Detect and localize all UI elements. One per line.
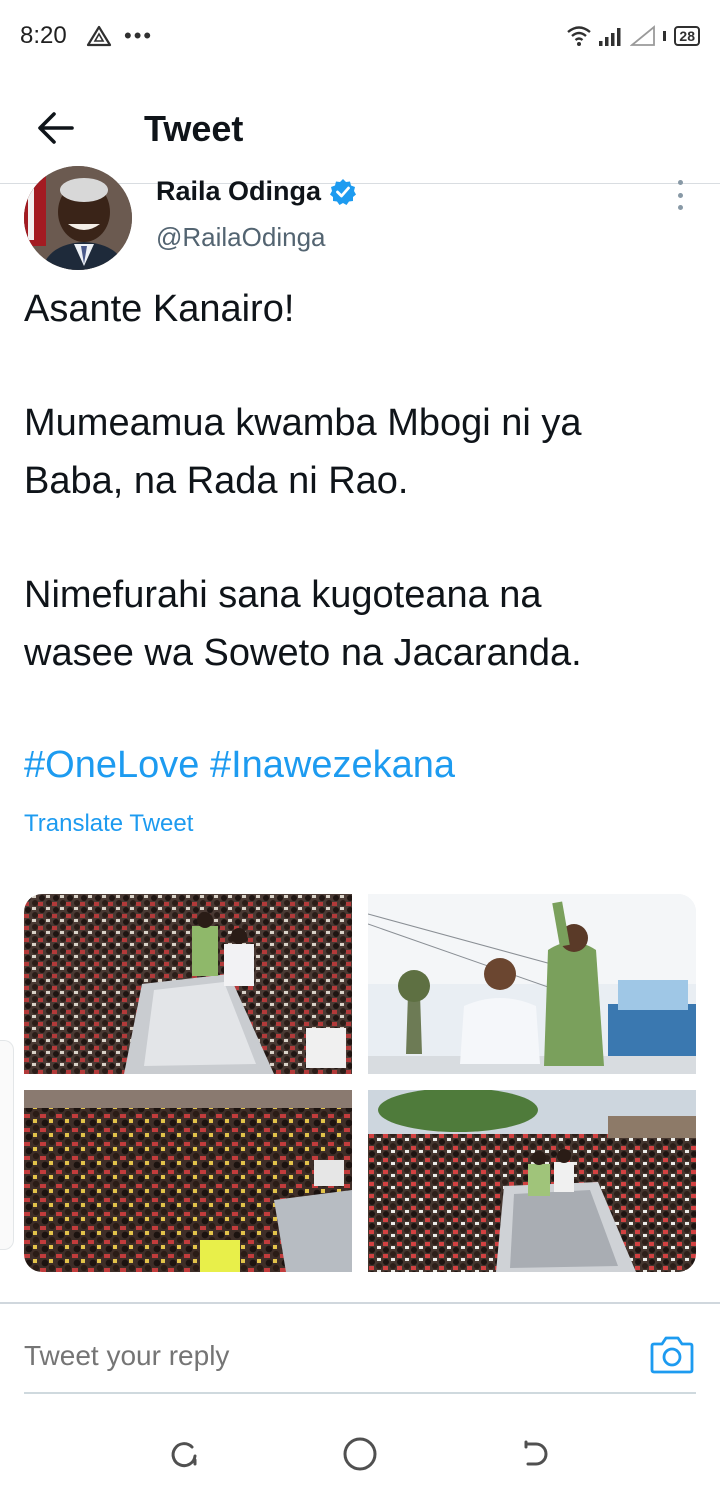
arrow-left-icon bbox=[38, 112, 74, 144]
wifi-icon bbox=[567, 26, 592, 46]
status-bar: 8:20 ••• 28 bbox=[0, 0, 720, 72]
tweet-photo-1[interactable] bbox=[24, 894, 352, 1074]
back-nav-icon bbox=[524, 1440, 548, 1466]
author-name[interactable]: Raila Odinga bbox=[156, 176, 357, 207]
more-dot-icon bbox=[677, 192, 683, 198]
rally-speech-photo bbox=[368, 894, 696, 1074]
more-notifications-icon: ••• bbox=[124, 23, 154, 48]
author-name-text: Raila Odinga bbox=[156, 176, 322, 206]
reply-divider bbox=[0, 1302, 720, 1304]
verified-badge-icon bbox=[330, 178, 357, 205]
hashtag-link[interactable]: #OneLove bbox=[24, 744, 199, 786]
page-title: Tweet bbox=[144, 108, 244, 149]
camera-icon bbox=[650, 1336, 694, 1374]
status-left-icons: ••• bbox=[86, 22, 153, 50]
system-nav-bar bbox=[0, 1420, 720, 1500]
tweet-text-line: Nimefurahi sana kugoteana na bbox=[24, 574, 542, 616]
recent-apps-icon bbox=[171, 1442, 197, 1468]
more-dot-icon bbox=[677, 180, 683, 185]
side-edge-handle[interactable] bbox=[0, 1040, 14, 1250]
status-right-icons: 28 bbox=[566, 22, 700, 50]
crowd-photo bbox=[24, 894, 352, 1074]
home-circle-icon bbox=[343, 1437, 377, 1471]
top-bar: Tweet bbox=[0, 72, 720, 184]
status-time: 8:20 bbox=[20, 22, 67, 49]
tweet-text-line: Mumeamua kwamba Mbogi ni ya bbox=[24, 402, 582, 444]
reply-underline bbox=[24, 1392, 696, 1394]
author-avatar[interactable] bbox=[24, 166, 132, 270]
reply-input[interactable] bbox=[24, 1336, 604, 1376]
hashtags: #OneLove #Inawezekana bbox=[24, 744, 455, 787]
tweet-text-line: Asante Kanairo! bbox=[24, 288, 295, 330]
crowd-photo bbox=[24, 1090, 352, 1272]
more-options-button[interactable] bbox=[670, 180, 690, 210]
notification-triangle-icon bbox=[86, 25, 112, 47]
home-button[interactable] bbox=[340, 1434, 380, 1474]
tweet-photo-4[interactable] bbox=[368, 1090, 696, 1272]
tweet-photo-2[interactable] bbox=[368, 894, 696, 1074]
back-nav-button[interactable] bbox=[516, 1434, 556, 1474]
crowd-photo bbox=[368, 1090, 696, 1272]
camera-button[interactable] bbox=[650, 1334, 694, 1374]
avatar-photo bbox=[24, 166, 132, 270]
back-button[interactable] bbox=[32, 108, 80, 148]
signal-icon bbox=[599, 28, 621, 46]
author-handle[interactable]: @RailaOdinga bbox=[156, 222, 325, 253]
recent-apps-button[interactable] bbox=[164, 1434, 204, 1474]
signal-empty-icon bbox=[630, 25, 656, 46]
tweet-text-line: wasee wa Soweto na Jacaranda. bbox=[24, 632, 582, 674]
tweet-text-line: Baba, na Rada ni Rao. bbox=[24, 460, 409, 502]
more-dot-icon bbox=[677, 205, 683, 210]
battery-tip-icon bbox=[663, 31, 667, 41]
tweet-photo-3[interactable] bbox=[24, 1090, 352, 1272]
hashtag-link[interactable]: #Inawezekana bbox=[210, 744, 455, 786]
battery-icon: 28 bbox=[674, 26, 700, 46]
translate-tweet-link[interactable]: Translate Tweet bbox=[24, 810, 193, 838]
